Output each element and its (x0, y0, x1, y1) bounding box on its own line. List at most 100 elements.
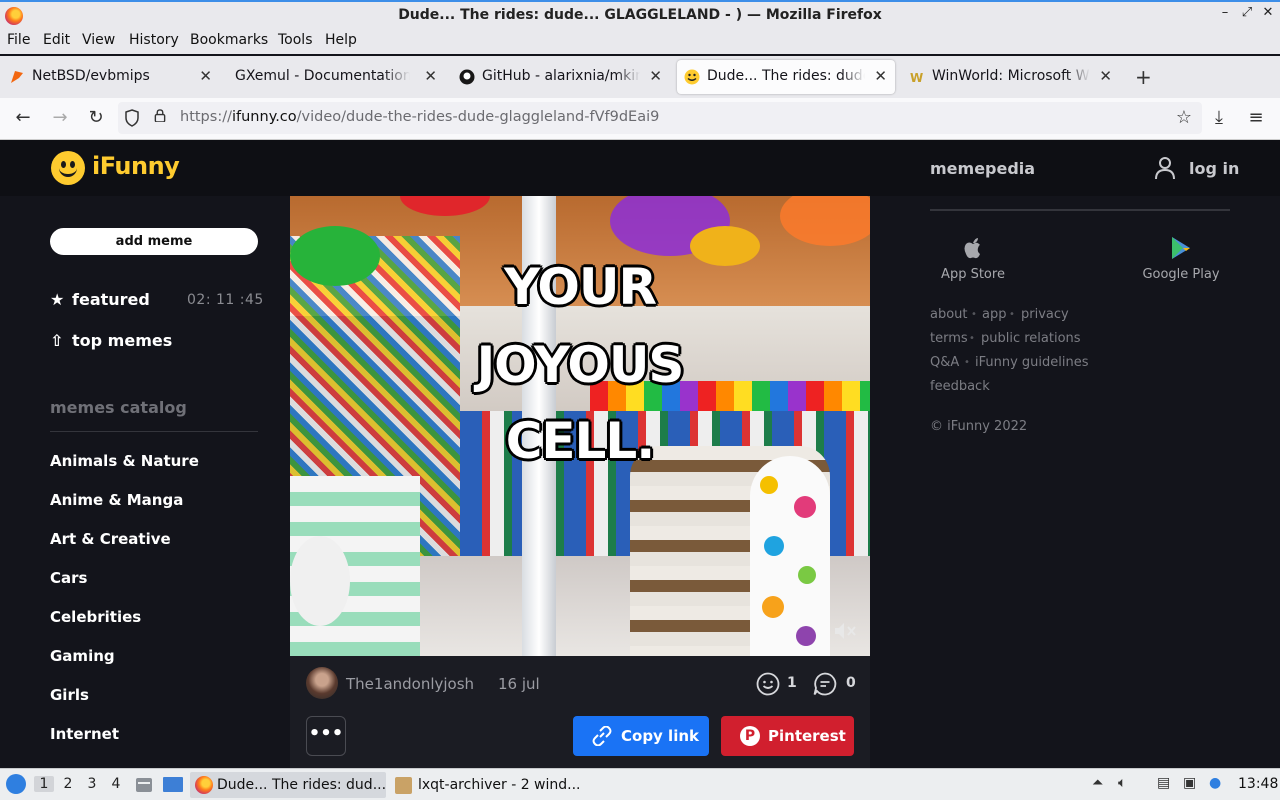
back-icon[interactable]: ← (12, 107, 34, 128)
menu-file[interactable]: File (7, 32, 30, 48)
category-internet[interactable]: Internet (50, 725, 119, 743)
ifunny-logo-text[interactable]: iFunny (92, 152, 180, 180)
tab-close-icon[interactable]: ✕ (199, 67, 212, 85)
maximize-icon[interactable]: ⤢ (1238, 5, 1256, 20)
category-celebrities[interactable]: Celebrities (50, 608, 141, 626)
lock-icon[interactable] (154, 109, 166, 122)
author-name[interactable]: The1andonlyjosh (346, 675, 474, 693)
footer-link-terms[interactable]: terms (930, 331, 968, 346)
featured-timer: 02: 11 :45 (187, 292, 264, 308)
app-store-link[interactable]: App Store (918, 235, 1028, 282)
ifunny-logo-icon[interactable] (51, 151, 85, 185)
close-icon[interactable]: ✕ (1259, 5, 1277, 20)
clipboard-icon[interactable]: ▤ (1157, 775, 1170, 791)
menu-help[interactable]: Help (325, 32, 357, 48)
smile-icon[interactable] (756, 672, 780, 696)
web-page: iFunny memepedia log in add meme ★ featur… (0, 140, 1280, 768)
update-notifier-icon[interactable]: ● (1209, 775, 1221, 791)
url-text[interactable]: https://ifunny.co/video/dude-the-rides-d… (180, 109, 659, 125)
menu-view[interactable]: View (82, 32, 115, 48)
top-memes-link[interactable]: ⇧ top memes (50, 331, 172, 350)
category-girls[interactable]: Girls (50, 686, 89, 704)
url-bar[interactable]: https://ifunny.co/video/dude-the-rides-d… (118, 102, 1202, 134)
tab-gxemul[interactable]: GXemul - Documentation (0.7.0) ✕ (227, 60, 445, 94)
reload-icon[interactable]: ↻ (85, 107, 107, 128)
github-icon (459, 69, 475, 85)
google-play-link[interactable]: Google Play (1126, 235, 1236, 282)
volume-icon[interactable]: 🔈︎ (1118, 775, 1126, 791)
separator-dot: • (1009, 309, 1015, 320)
minimize-icon[interactable]: – (1216, 5, 1234, 20)
menu-edit[interactable]: Edit (43, 32, 70, 48)
footer-link-guidelines[interactable]: iFunny guidelines (975, 355, 1089, 370)
category-animals-nature[interactable]: Animals & Nature (50, 452, 199, 470)
footer-link-app[interactable]: app (982, 307, 1006, 322)
site-header: iFunny memepedia log in (0, 140, 1280, 196)
workspace-3[interactable]: 3 (82, 776, 102, 792)
menu-history[interactable]: History (129, 32, 179, 48)
menu-bookmarks[interactable]: Bookmarks (190, 32, 268, 48)
winworld-icon: W (910, 71, 923, 85)
show-desktop-icon[interactable] (162, 775, 184, 795)
taskbar-item-firefox[interactable]: Dude... The rides: dud... (190, 772, 386, 798)
separator-dot: • (971, 309, 977, 320)
tab-close-icon[interactable]: ✕ (649, 67, 662, 85)
svg-text:W: W (910, 71, 923, 85)
hamburger-menu-icon[interactable]: ≡ (1245, 107, 1267, 128)
workspace-1[interactable]: 1 (34, 776, 54, 792)
footer-link-about[interactable]: about (930, 307, 968, 322)
downloads-icon[interactable]: ⤓ (1208, 107, 1230, 128)
mute-icon[interactable] (834, 622, 856, 640)
meme-caption-line: JOYOUS (476, 336, 685, 394)
copy-link-button[interactable]: Copy link (573, 716, 709, 756)
tab-close-icon[interactable]: ✕ (874, 67, 887, 85)
link-icon (592, 726, 612, 746)
tab-close-icon[interactable]: ✕ (1099, 67, 1112, 85)
taskbar-clock: 13:48 (1238, 776, 1279, 792)
footer-link-privacy[interactable]: privacy (1021, 307, 1069, 322)
new-tab-icon[interactable]: + (1135, 65, 1152, 89)
more-options-button[interactable]: ••• (306, 716, 346, 756)
tab-netbsd[interactable]: NetBSD/evbmips ✕ (2, 60, 220, 94)
tab-label: GXemul - Documentation (0.7.0) (235, 68, 410, 84)
category-cars[interactable]: Cars (50, 569, 87, 587)
tab-github[interactable]: GitHub - alarixnia/mkimg ✕ (452, 60, 670, 94)
footer-link-public-relations[interactable]: public relations (981, 331, 1081, 346)
taskbar: 1 2 3 4 Dude... The rides: dud... lxqt-a… (0, 768, 1280, 800)
login-link[interactable]: log in (1189, 159, 1239, 178)
tracking-shield-icon[interactable] (124, 109, 140, 127)
pinterest-label: Pinterest (768, 727, 846, 745)
meme-caption-line: YOUR (503, 258, 657, 316)
category-anime-manga[interactable]: Anime & Manga (50, 491, 183, 509)
menu-tools[interactable]: Tools (278, 32, 313, 48)
tab-winworld[interactable]: W WinWorld: Microsoft Windows ✕ (902, 60, 1120, 94)
navigation-toolbar: ← → ↻ https://ifunny.co/video/dude-the-r… (0, 98, 1280, 140)
start-menu-icon[interactable] (6, 774, 26, 794)
taskbar-item-archiver[interactable]: lxqt-archiver - 2 wind... (390, 772, 586, 798)
add-meme-button[interactable]: add meme (50, 228, 258, 255)
workspace-4[interactable]: 4 (106, 776, 126, 792)
memepedia-link[interactable]: memepedia (930, 159, 1035, 178)
tab-ifunny[interactable]: Dude... The rides: dude... GLAGGLELAND ✕ (677, 60, 895, 94)
google-play-icon (1172, 237, 1190, 259)
file-manager-icon[interactable] (134, 775, 154, 795)
tab-bar: NetBSD/evbmips ✕ GXemul - Documentation … (0, 56, 1280, 98)
featured-link[interactable]: ★ featured (50, 290, 150, 309)
tray-up-arrow-icon[interactable]: ⏶ (1092, 775, 1103, 791)
tab-label: Dude... The rides: dude... GLAGGLELAND (707, 68, 865, 84)
user-icon[interactable] (1154, 156, 1176, 180)
avatar[interactable] (306, 667, 338, 699)
footer-link-feedback[interactable]: feedback (930, 379, 990, 394)
tab-close-icon[interactable]: ✕ (424, 67, 437, 85)
bookmark-star-icon[interactable]: ☆ (1176, 107, 1192, 128)
network-icon[interactable]: ▣ (1183, 775, 1196, 791)
menubar: File Edit View History Bookmarks Tools H… (0, 30, 1280, 54)
category-art-creative[interactable]: Art & Creative (50, 530, 171, 548)
category-gaming[interactable]: Gaming (50, 647, 115, 665)
workspace-2[interactable]: 2 (58, 776, 78, 792)
footer-link-qa[interactable]: Q&A (930, 355, 959, 370)
meme-video[interactable]: YOUR JOYOUS CELL. (290, 196, 870, 656)
pinterest-button[interactable]: P Pinterest (721, 716, 854, 756)
forward-icon[interactable]: → (49, 107, 71, 128)
comment-icon[interactable] (813, 672, 837, 696)
